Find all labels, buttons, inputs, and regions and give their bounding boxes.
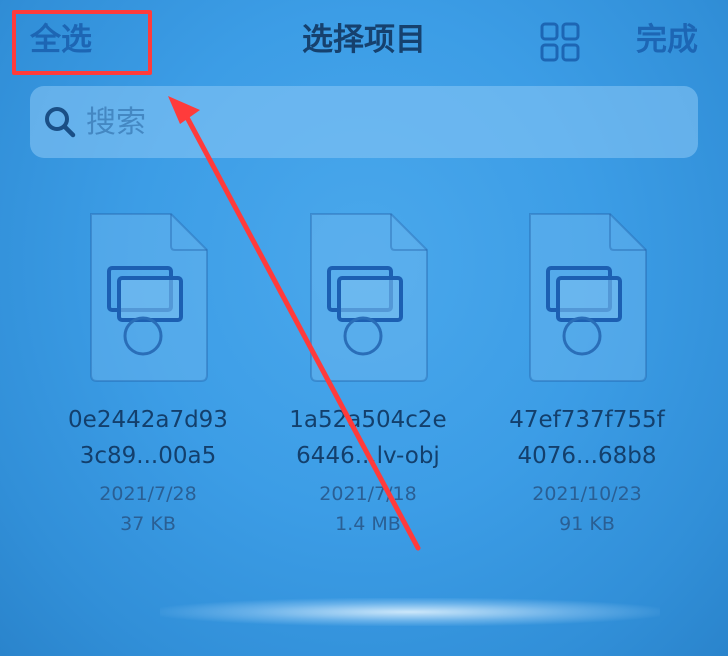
grid-view-icon	[540, 22, 580, 62]
file-date: 2021/7/28	[99, 483, 197, 505]
file-name: 4076...68b8	[517, 443, 657, 469]
file-name: 3c89...00a5	[79, 443, 217, 469]
media-file-icon	[529, 213, 647, 382]
file-item[interactable]: 47ef737f755f 4076...68b8 2021/10/23 91 K…	[487, 210, 687, 539]
search-bar[interactable]	[30, 86, 698, 158]
file-name: 47ef737f755f	[509, 407, 665, 433]
file-date: 2021/10/23	[532, 483, 642, 505]
search-icon	[45, 107, 76, 138]
media-file-icon	[310, 213, 428, 382]
done-button[interactable]: 完成	[636, 18, 698, 62]
search-input[interactable]	[86, 100, 646, 144]
file-item[interactable]: 0e2442a7d93 3c89...00a5 2021/7/28 37 KB	[48, 210, 248, 539]
file-size: 1.4 MB	[335, 513, 401, 535]
file-name: 6446...lv-obj	[296, 443, 440, 469]
annotation-highlight-box	[12, 10, 152, 75]
file-size: 37 KB	[120, 513, 176, 535]
file-date: 2021/7/18	[319, 483, 417, 505]
file-name: 1a52a504c2e	[289, 407, 447, 433]
file-item[interactable]: 1a52a504c2e 6446...lv-obj 2021/7/18 1.4 …	[268, 210, 468, 539]
file-name: 0e2442a7d93	[68, 407, 228, 433]
file-size: 91 KB	[559, 513, 615, 535]
home-indicator-glow	[160, 598, 660, 626]
media-file-icon	[90, 213, 208, 382]
grid-view-button[interactable]	[540, 22, 580, 62]
